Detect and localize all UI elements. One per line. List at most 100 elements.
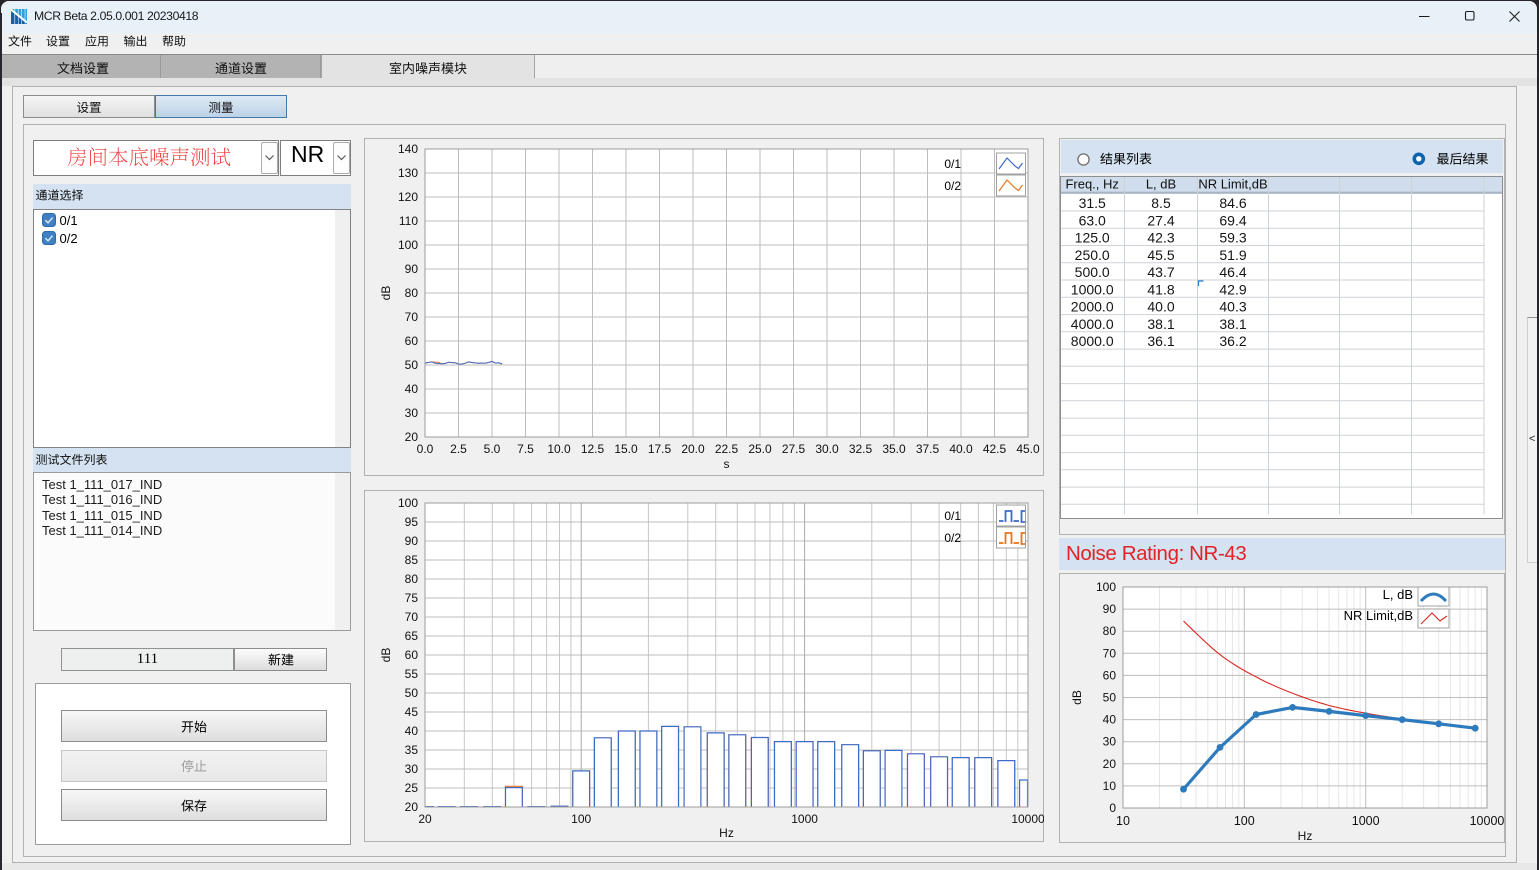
svg-text:1000: 1000	[791, 812, 818, 826]
svg-text:100: 100	[398, 496, 418, 510]
svg-text:L, dB: L, dB	[1146, 177, 1176, 192]
svg-text:46.4: 46.4	[1219, 264, 1246, 280]
svg-text:0/2: 0/2	[944, 531, 961, 545]
svg-text:45.0: 45.0	[1016, 442, 1040, 456]
svg-text:120: 120	[398, 190, 418, 204]
svg-text:32.5: 32.5	[849, 442, 873, 456]
svg-text:NR Limit,dB: NR Limit,dB	[1344, 608, 1413, 623]
svg-text:500.0: 500.0	[1075, 264, 1110, 280]
svg-text:27.4: 27.4	[1147, 212, 1174, 228]
svg-text:30: 30	[1103, 735, 1117, 749]
svg-text:38.1: 38.1	[1219, 316, 1246, 332]
svg-text:80: 80	[1103, 624, 1117, 638]
svg-text:90: 90	[405, 262, 419, 276]
svg-text:100: 100	[398, 238, 418, 252]
svg-text:100: 100	[1234, 814, 1255, 828]
svg-text:25.0: 25.0	[748, 442, 772, 456]
svg-text:L, dB: L, dB	[1383, 587, 1413, 602]
svg-text:0/1: 0/1	[944, 157, 961, 171]
svg-text:30.0: 30.0	[815, 442, 839, 456]
svg-text:dB: dB	[1070, 690, 1084, 705]
svg-text:95: 95	[405, 515, 419, 529]
svg-text:100: 100	[1096, 580, 1116, 594]
svg-text:12.5: 12.5	[581, 442, 605, 456]
svg-text:90: 90	[405, 534, 419, 548]
svg-text:37.5: 37.5	[916, 442, 940, 456]
svg-text:20: 20	[405, 800, 419, 814]
svg-text:0.0: 0.0	[417, 442, 434, 456]
svg-text:40: 40	[405, 382, 419, 396]
svg-text:4000.0: 4000.0	[1071, 316, 1114, 332]
svg-text:45.5: 45.5	[1147, 247, 1174, 263]
svg-text:55: 55	[405, 667, 419, 681]
svg-text:10: 10	[1116, 814, 1130, 828]
svg-text:60: 60	[1103, 668, 1117, 682]
svg-text:20.0: 20.0	[681, 442, 705, 456]
svg-text:63.0: 63.0	[1079, 212, 1106, 228]
svg-text:10000: 10000	[1011, 812, 1044, 826]
svg-text:69.4: 69.4	[1219, 212, 1246, 228]
svg-text:8000.0: 8000.0	[1071, 333, 1114, 349]
svg-text:60: 60	[405, 334, 419, 348]
svg-text:30: 30	[405, 762, 419, 776]
svg-text:10: 10	[1103, 779, 1117, 793]
svg-text:s: s	[724, 457, 730, 471]
svg-text:Freq., Hz: Freq., Hz	[1065, 177, 1118, 192]
svg-text:Hz: Hz	[719, 826, 734, 840]
svg-text:43.7: 43.7	[1147, 264, 1174, 280]
svg-text:8.5: 8.5	[1151, 195, 1171, 211]
svg-text:42.5: 42.5	[983, 442, 1007, 456]
svg-text:40.0: 40.0	[949, 442, 973, 456]
svg-text:22.5: 22.5	[715, 442, 739, 456]
svg-text:1000.0: 1000.0	[1071, 281, 1114, 297]
svg-text:38.1: 38.1	[1147, 316, 1174, 332]
svg-text:50: 50	[405, 686, 419, 700]
svg-text:80: 80	[405, 286, 419, 300]
svg-text:30: 30	[405, 406, 419, 420]
svg-text:0/2: 0/2	[944, 179, 961, 193]
svg-text:51.9: 51.9	[1219, 247, 1246, 263]
svg-text:dB: dB	[379, 286, 393, 301]
svg-text:84.6: 84.6	[1219, 195, 1246, 211]
svg-text:70: 70	[405, 310, 419, 324]
svg-text:17.5: 17.5	[648, 442, 672, 456]
svg-text:35.0: 35.0	[882, 442, 906, 456]
svg-text:31.5: 31.5	[1079, 195, 1106, 211]
svg-text:0: 0	[1109, 801, 1116, 815]
svg-text:65: 65	[405, 629, 419, 643]
svg-text:125.0: 125.0	[1075, 230, 1110, 246]
svg-text:90: 90	[1103, 602, 1117, 616]
svg-text:130: 130	[398, 166, 418, 180]
svg-text:110: 110	[399, 214, 418, 228]
svg-text:40.3: 40.3	[1219, 299, 1246, 315]
svg-text:15.0: 15.0	[614, 442, 638, 456]
svg-text:20: 20	[418, 812, 432, 826]
svg-text:59.3: 59.3	[1219, 230, 1246, 246]
svg-text:80: 80	[405, 572, 419, 586]
svg-text:45: 45	[405, 705, 419, 719]
svg-text:36.1: 36.1	[1147, 333, 1174, 349]
svg-text:40: 40	[405, 724, 419, 738]
svg-text:5.0: 5.0	[484, 442, 501, 456]
svg-text:70: 70	[1103, 646, 1117, 660]
svg-text:40: 40	[1103, 713, 1117, 727]
svg-text:75: 75	[405, 591, 419, 605]
svg-text:36.2: 36.2	[1219, 333, 1246, 349]
svg-text:7.5: 7.5	[517, 442, 534, 456]
svg-text:Hz: Hz	[1298, 829, 1313, 843]
svg-text:2000.0: 2000.0	[1071, 299, 1114, 315]
svg-text:35: 35	[405, 743, 419, 757]
svg-text:140: 140	[398, 142, 418, 156]
svg-text:100: 100	[571, 812, 591, 826]
svg-text:50: 50	[1103, 691, 1117, 705]
svg-text:60: 60	[405, 648, 419, 662]
svg-text:27.5: 27.5	[782, 442, 806, 456]
svg-text:20: 20	[1103, 757, 1117, 771]
svg-text:2.5: 2.5	[450, 442, 467, 456]
svg-text:85: 85	[405, 553, 419, 567]
svg-text:1000: 1000	[1352, 814, 1380, 828]
svg-text:250.0: 250.0	[1075, 247, 1110, 263]
svg-text:dB: dB	[379, 648, 393, 663]
svg-text:42.3: 42.3	[1147, 230, 1174, 246]
svg-text:0/1: 0/1	[944, 509, 961, 523]
